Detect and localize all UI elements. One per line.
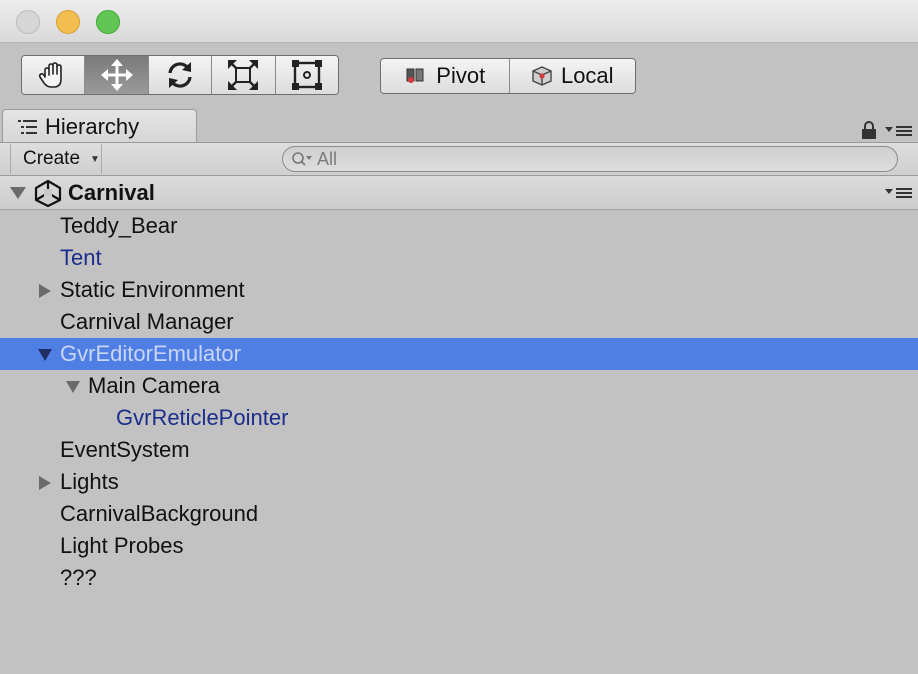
move-tool-button[interactable]	[85, 56, 149, 94]
row-label: Carnival Manager	[60, 309, 234, 334]
pivot-label: Pivot	[436, 63, 486, 88]
hierarchy-row[interactable]: Static Environment	[0, 274, 918, 306]
row-label: Static Environment	[60, 277, 245, 302]
row-label: GvrReticlePointer	[116, 405, 289, 430]
minimize-window-button[interactable]	[56, 10, 80, 34]
list-icon	[18, 119, 37, 134]
hierarchy-row[interactable]: EventSystem	[0, 434, 918, 466]
create-label: Create	[23, 148, 81, 169]
dropdown-arrow-icon: ▼	[90, 153, 100, 165]
hierarchy-row[interactable]: Carnival Manager	[0, 306, 918, 338]
hierarchy-row[interactable]: Teddy_Bear	[0, 210, 918, 242]
expand-triangle-icon[interactable]	[9, 186, 27, 200]
pivot-button[interactable]: Pivot	[381, 59, 510, 93]
move-icon	[100, 59, 133, 91]
collapse-triangle-icon[interactable]	[37, 475, 53, 491]
row-label: ???	[60, 565, 97, 590]
row-label: GvrEditorEmulator	[60, 341, 241, 366]
row-label: CarnivalBackground	[60, 501, 259, 526]
collapse-triangle-icon[interactable]	[37, 283, 53, 299]
search-icon	[292, 152, 312, 166]
transform-tools	[21, 55, 339, 95]
maximize-window-button[interactable]	[96, 10, 120, 34]
tab-label: Hierarchy	[45, 113, 140, 139]
hand-icon	[39, 62, 63, 88]
rotate-tool-button[interactable]	[148, 56, 213, 94]
hierarchy-row[interactable]: GvrEditorEmulator	[0, 338, 918, 370]
scene-menu-icon[interactable]	[884, 186, 914, 200]
search-field[interactable]	[282, 146, 898, 172]
hierarchy-row[interactable]: Main Camera	[0, 370, 918, 402]
hierarchy-row[interactable]: Tent	[0, 242, 918, 274]
local-label: Local	[560, 63, 614, 88]
panel-menu-icon[interactable]	[884, 124, 914, 138]
row-label: EventSystem	[60, 437, 190, 462]
scene-name: Carnival	[68, 180, 155, 205]
hierarchy-row[interactable]: Lights	[0, 466, 918, 498]
pivot-icon	[406, 68, 424, 83]
local-cube-icon	[532, 66, 552, 86]
local-button[interactable]: Local	[509, 59, 635, 93]
hierarchy-row[interactable]: Light Probes	[0, 530, 918, 562]
rect-tool-button[interactable]	[275, 56, 338, 94]
row-label: Tent	[60, 245, 102, 270]
hand-tool-button[interactable]	[22, 56, 86, 94]
toolbar: Pivot Local	[0, 43, 918, 109]
scene-header[interactable]: Carnival	[0, 176, 918, 210]
row-label: Main Camera	[88, 373, 221, 398]
row-label: Light Probes	[60, 533, 184, 558]
create-bar: Create ▼	[0, 142, 918, 176]
lock-icon[interactable]	[860, 120, 878, 140]
tab-row: Hierarchy	[0, 109, 918, 143]
rect-tool-icon	[291, 60, 322, 90]
expand-triangle-icon[interactable]	[65, 379, 81, 395]
unity-icon	[34, 179, 62, 207]
pivot-local-toggle: Pivot Local	[380, 58, 636, 94]
scale-tool-button[interactable]	[212, 56, 276, 94]
search-input[interactable]	[315, 148, 877, 170]
hierarchy-row[interactable]: GvrReticlePointer	[0, 402, 918, 434]
hierarchy-row[interactable]: CarnivalBackground	[0, 498, 918, 530]
window-titlebar	[0, 0, 918, 43]
row-label: Teddy_Bear	[60, 213, 178, 238]
scale-icon	[228, 60, 259, 90]
create-dropdown[interactable]: Create ▼	[10, 144, 102, 174]
row-label: Lights	[60, 469, 119, 494]
tab-hierarchy[interactable]: Hierarchy	[2, 109, 197, 143]
expand-triangle-icon[interactable]	[37, 347, 53, 363]
rotate-icon	[168, 62, 192, 88]
close-window-button[interactable]	[16, 10, 40, 34]
hierarchy-row[interactable]: ???	[0, 562, 918, 594]
